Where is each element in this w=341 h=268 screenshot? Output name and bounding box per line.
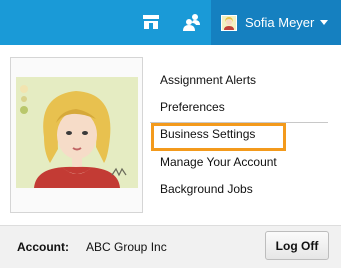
user-menu-toggle[interactable]: Sofia Meyer — [211, 0, 341, 45]
store-icon[interactable] — [137, 8, 165, 36]
menu-item-business-settings[interactable]: Business Settings — [160, 127, 255, 141]
menu-item-assignment-alerts[interactable]: Assignment Alerts — [160, 73, 256, 87]
account-value: ABC Group Inc — [86, 240, 167, 254]
chevron-down-icon — [320, 20, 329, 25]
profile-card — [10, 57, 143, 213]
menu-item-preferences[interactable]: Preferences — [160, 100, 225, 114]
top-navigation-bar: Sofia Meyer — [0, 0, 341, 45]
dropdown-footer: Account: ABC Group Inc Log Off — [0, 225, 341, 268]
log-off-button[interactable]: Log Off — [265, 231, 329, 260]
user-dropdown-panel: Assignment Alerts Preferences Business S… — [0, 45, 341, 268]
profile-picture[interactable] — [16, 77, 138, 188]
people-icon[interactable] — [178, 8, 206, 36]
menu-item-background-jobs[interactable]: Background Jobs — [160, 182, 253, 196]
menu-item-manage-your-account[interactable]: Manage Your Account — [160, 155, 277, 169]
avatar — [221, 14, 237, 31]
account-label: Account: — [17, 240, 69, 254]
user-name: Sofia Meyer — [245, 15, 315, 30]
